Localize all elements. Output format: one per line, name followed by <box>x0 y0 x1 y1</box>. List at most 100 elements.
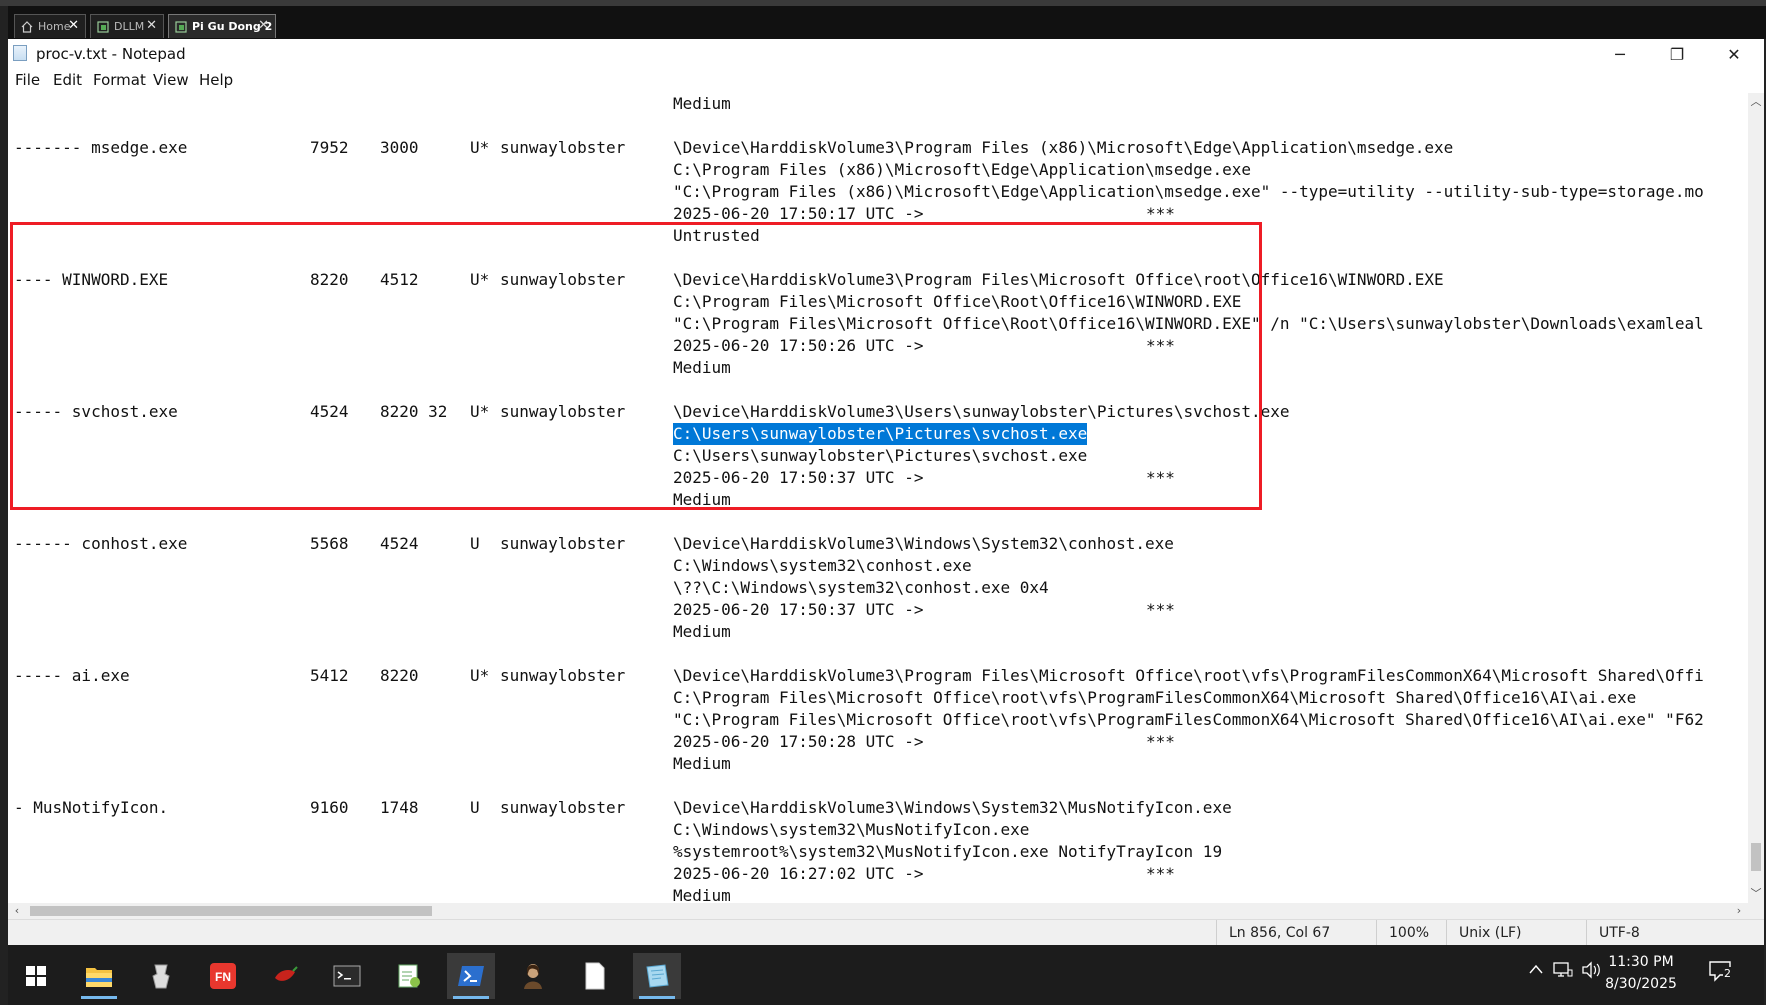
restore-button[interactable]: ❐ <box>1649 39 1705 69</box>
text-line: "C:\Program Files\Microsoft Office\Root\… <box>673 314 1704 333</box>
scroll-down-icon[interactable]: ﹀ <box>1748 885 1764 903</box>
fn-app-icon[interactable]: FN <box>199 953 247 999</box>
close-icon[interactable]: ✕ <box>146 18 157 33</box>
blank-document-icon[interactable] <box>571 953 619 999</box>
text-line: Medium <box>673 754 731 773</box>
text-line: sunwaylobster <box>500 798 626 817</box>
text-line: - MusNotifyIcon. <box>14 798 169 817</box>
text-line: *** <box>1146 864 1175 883</box>
status-bar: Ln 856, Col 67 100% Unix (LF) UTF-8 <box>8 919 1764 946</box>
text-line: 4524 <box>310 402 349 421</box>
notepad-icon <box>13 45 27 61</box>
scroll-corner <box>1748 903 1764 919</box>
horizontal-scrollbar[interactable]: ‹ › <box>8 903 1748 919</box>
left-frame <box>0 6 8 1005</box>
text-line: Untrusted <box>673 226 760 245</box>
text-line: \Device\HarddiskVolume3\Program Files\Mi… <box>673 666 1704 685</box>
text-line: U <box>470 798 480 817</box>
text-line: ------- msedge.exe <box>14 138 188 157</box>
scroll-left-icon[interactable]: ‹ <box>8 903 26 919</box>
text-line: U <box>470 534 480 553</box>
line-ending: Unix (LF) <box>1446 920 1586 946</box>
menu-file[interactable]: File <box>15 71 40 89</box>
text-line: 4512 <box>380 270 419 289</box>
app-icon-2[interactable] <box>137 953 185 999</box>
menu-view[interactable]: View <box>153 71 189 89</box>
text-line: 2025-06-20 17:50:37 UTC -> <box>673 600 924 619</box>
text-line: 8220 <box>310 270 349 289</box>
text-line: %systemroot%\system32\MusNotifyIcon.exe … <box>673 842 1223 861</box>
file-explorer-icon[interactable] <box>75 953 123 999</box>
text-line: 2025-06-20 17:50:28 UTC -> <box>673 732 924 751</box>
text-line: \Device\HarddiskVolume3\Windows\System32… <box>673 798 1232 817</box>
close-icon[interactable]: ✕ <box>68 18 79 33</box>
text-line: *** <box>1146 336 1175 355</box>
text-line: 9160 <box>310 798 349 817</box>
powershell-icon[interactable] <box>447 953 495 999</box>
text-line: sunwaylobster <box>500 270 626 289</box>
tab-pi-gu-dong-2[interactable]: Pi Gu Dong 2 ✕ <box>168 14 276 38</box>
cursor-position: Ln 856, Col 67 <box>1216 920 1376 946</box>
window-title-bar[interactable]: proc-v.txt - Notepad ─ ❐ ✕ <box>8 39 1764 69</box>
portrait-app-icon[interactable] <box>509 953 557 999</box>
chevron-up-icon[interactable] <box>1528 963 1544 979</box>
text-line: \??\C:\Windows\system32\conhost.exe 0x4 <box>673 578 1049 597</box>
close-button[interactable]: ✕ <box>1706 39 1762 69</box>
menu-bar: File Edit Format View Help <box>8 69 1764 93</box>
tab-dllm[interactable]: DLLM ✕ <box>90 14 164 38</box>
text-line: 2025-06-20 17:50:26 UTC -> <box>673 336 924 355</box>
start-button[interactable] <box>12 953 60 999</box>
text-line: \Device\HarddiskVolume3\Program Files (x… <box>673 138 1454 157</box>
text-line: *** <box>1146 732 1175 751</box>
taskbar: FN 11:30 PM 8/30/2025 2 <box>8 945 1764 1005</box>
text-line: ----- ai.exe <box>14 666 130 685</box>
text-line: U* <box>470 138 490 157</box>
vertical-scrollbar[interactable]: ︿ ﹀ <box>1748 93 1764 903</box>
text-line: Medium <box>673 622 731 641</box>
text-line: C:\Program Files (x86)\Microsoft\Edge\Ap… <box>673 160 1251 179</box>
chili-app-icon[interactable] <box>261 953 309 999</box>
home-icon <box>21 20 33 33</box>
session-tab-bar: Home ✕ DLLM ✕ Pi Gu Dong 2 ✕ <box>8 6 1766 39</box>
text-line: Medium <box>673 886 731 903</box>
menu-help[interactable]: Help <box>199 71 233 89</box>
text-line: 2025-06-20 17:50:37 UTC -> <box>673 468 924 487</box>
vm-icon <box>97 20 109 33</box>
text-line: sunwaylobster <box>500 138 626 157</box>
system-clock[interactable]: 11:30 PM 8/30/2025 <box>1596 951 1686 995</box>
text-line: "C:\Program Files\Microsoft Office\root\… <box>673 710 1704 729</box>
tab-home[interactable]: Home ✕ <box>14 14 86 38</box>
text-line: *** <box>1146 600 1175 619</box>
notepadpp-icon[interactable] <box>385 953 433 999</box>
network-icon[interactable] <box>1553 961 1573 983</box>
text-line: Medium <box>673 94 731 113</box>
scroll-right-icon[interactable]: › <box>1730 903 1748 919</box>
horizontal-scroll-thumb[interactable] <box>30 906 432 916</box>
menu-format[interactable]: Format <box>93 71 146 89</box>
text-line: sunwaylobster <box>500 402 626 421</box>
text-line: C:\Program Files\Microsoft Office\Root\O… <box>673 292 1242 311</box>
menu-edit[interactable]: Edit <box>53 71 82 89</box>
text-line: 4524 <box>380 534 419 553</box>
notification-count: 2 <box>1723 967 1732 980</box>
selected-text: C:\Users\sunwaylobster\Pictures\svchost.… <box>673 423 1088 445</box>
text-line: \Device\HarddiskVolume3\Program Files\Mi… <box>673 270 1444 289</box>
text-line: sunwaylobster <box>500 666 626 685</box>
close-icon[interactable]: ✕ <box>258 18 269 33</box>
text-line: 2025-06-20 17:50:17 UTC -> <box>673 204 924 223</box>
text-editor[interactable]: Medium ------- msedge.exe 7952 3000 U* sunway… <box>8 93 1748 903</box>
text-line: 8220 32 <box>380 402 448 421</box>
vertical-scroll-thumb[interactable] <box>1751 843 1761 871</box>
text-line: ---- WINWORD.EXE <box>14 270 169 289</box>
scroll-up-icon[interactable]: ︿ <box>1748 93 1764 111</box>
minimize-button[interactable]: ─ <box>1592 39 1648 69</box>
terminal-icon[interactable] <box>323 953 371 999</box>
notepad-icon[interactable] <box>633 953 681 999</box>
zoom-level: 100% <box>1376 920 1446 946</box>
text-line: 2025-06-20 16:27:02 UTC -> <box>673 864 924 883</box>
notification-center-icon[interactable]: 2 <box>1708 959 1734 987</box>
text-line: 7952 <box>310 138 349 157</box>
text-line: \Device\HarddiskVolume3\Users\sunwaylobs… <box>673 402 1290 421</box>
text-line: *** <box>1146 468 1175 487</box>
text-line: U* <box>470 270 490 289</box>
